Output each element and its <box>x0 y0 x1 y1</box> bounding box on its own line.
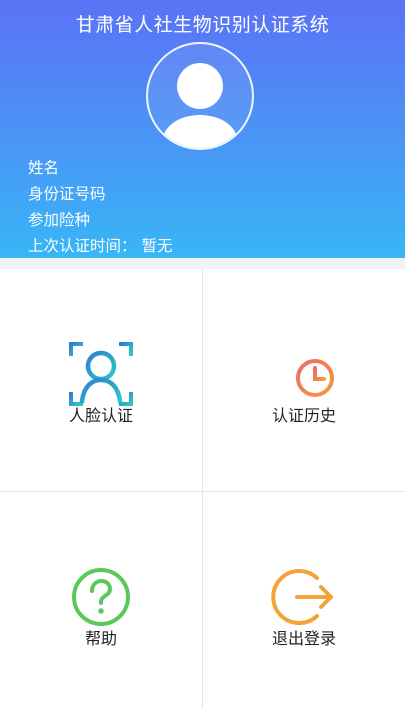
logout-button[interactable]: 退出登录 <box>203 492 405 709</box>
name-label: 姓名 <box>28 159 60 177</box>
app-title: 甘肃省人社生物识别认证系统 <box>75 14 330 36</box>
profile-header: 甘肃省人社生物识别认证系统 姓名 身份证号码 参加险种 上次认证时间： 暂无 <box>0 0 405 258</box>
auth-history-button[interactable]: 认证历史 <box>203 269 405 491</box>
auth-history-label: 认证历史 <box>271 406 336 425</box>
last-auth-label: 上次认证时间： <box>28 237 137 255</box>
id-number-label: 身份证号码 <box>28 185 106 203</box>
face-scan-icon <box>69 342 133 406</box>
last-auth-time: 上次认证时间： 暂无 <box>28 233 172 259</box>
question-circle-icon <box>72 568 130 626</box>
main-page: 甘肃省人社生物识别认证系统 姓名 身份证号码 参加险种 上次认证时间： 暂无 人… <box>0 0 405 709</box>
history-clock-icon <box>274 344 334 397</box>
logout-label: 退出登录 <box>271 629 336 648</box>
face-auth-label: 人脸认证 <box>68 406 133 425</box>
insurance-type-label: 参加险种 <box>28 211 91 229</box>
face-auth-button[interactable]: 人脸认证 <box>0 269 202 491</box>
section-divider <box>0 258 405 269</box>
menu-grid: 人脸认证 认证历史 帮助 退出登录 <box>0 269 405 709</box>
help-label: 帮助 <box>84 629 117 648</box>
logout-arrow-icon <box>271 569 333 625</box>
last-auth-value: 暂无 <box>141 237 173 255</box>
user-info: 姓名 身份证号码 参加险种 上次认证时间： 暂无 <box>28 155 172 259</box>
user-avatar-icon <box>163 63 237 148</box>
avatar[interactable] <box>146 42 254 150</box>
help-button[interactable]: 帮助 <box>0 492 202 709</box>
